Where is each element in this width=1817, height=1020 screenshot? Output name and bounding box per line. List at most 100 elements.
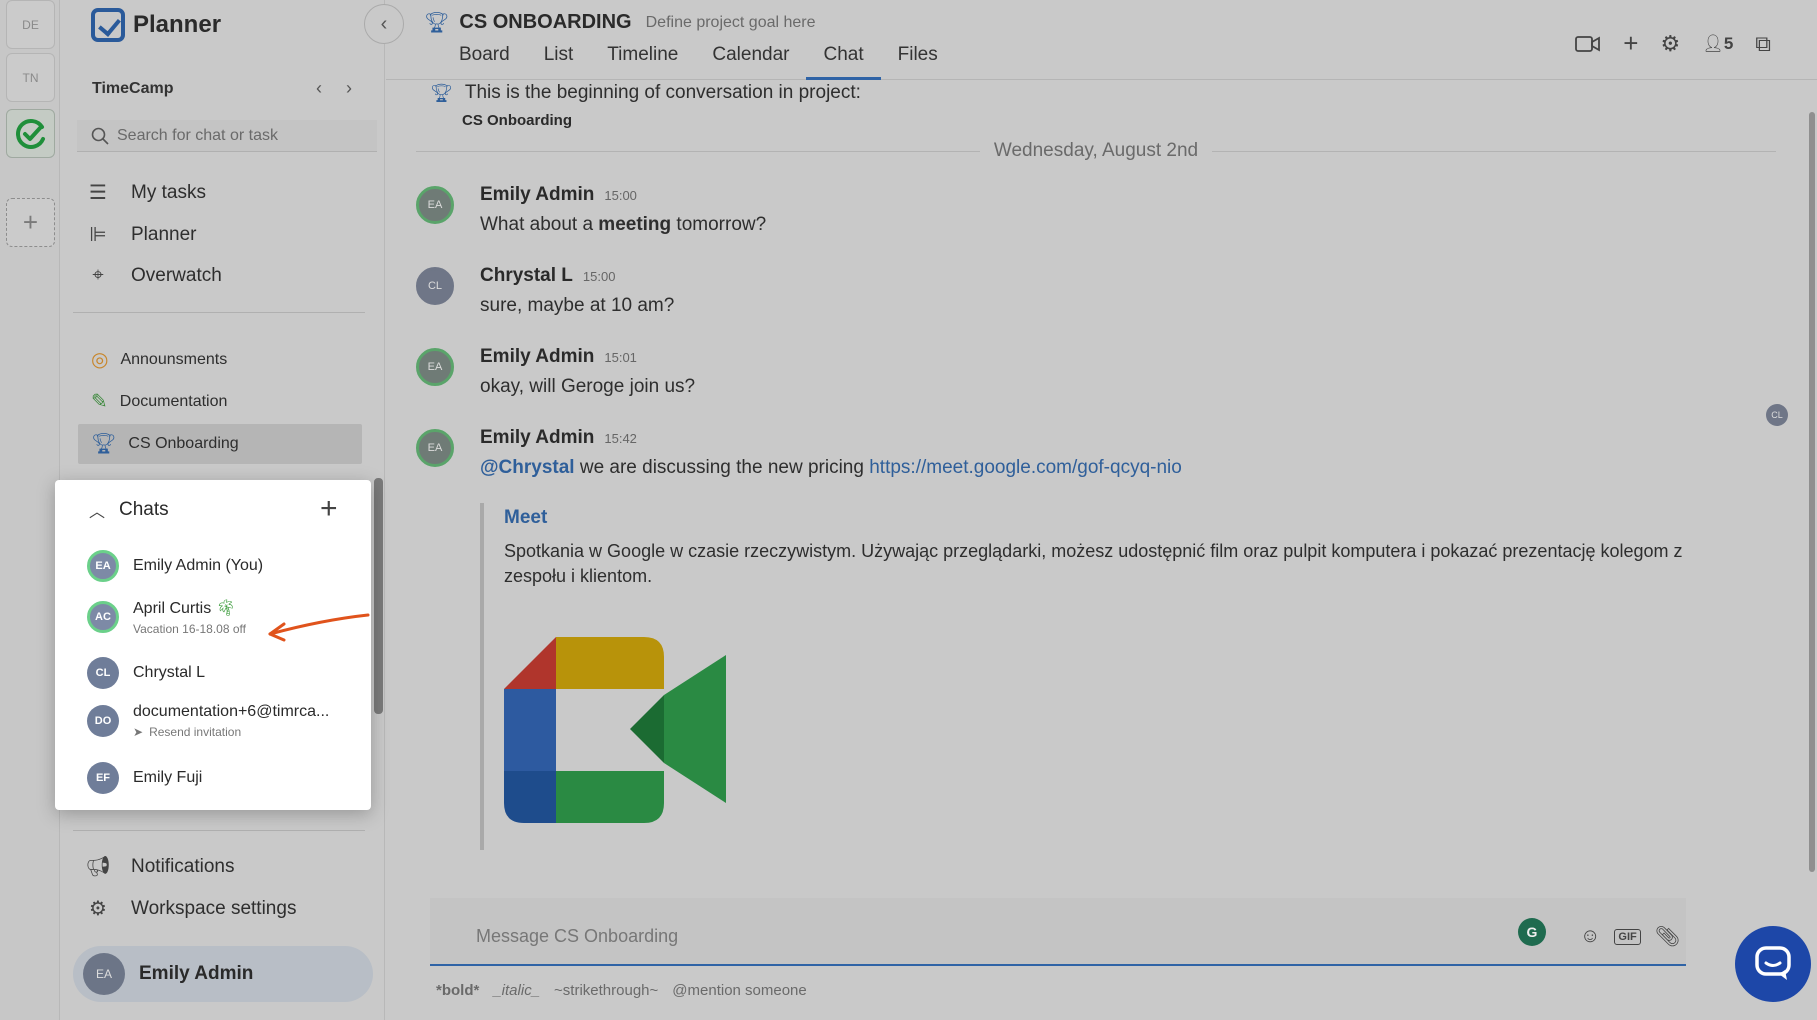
avatar[interactable]: EA: [416, 186, 454, 224]
message-input[interactable]: Message CS Onboarding: [476, 926, 678, 947]
tab-chat[interactable]: Chat: [806, 44, 881, 80]
project-announsments[interactable]: ◎ Announsments: [91, 347, 227, 372]
add-icon[interactable]: +: [1623, 28, 1638, 59]
planner-logo-icon: [91, 8, 125, 42]
nav-planner-label: Planner: [131, 223, 197, 245]
preview-title[interactable]: Meet: [504, 507, 1720, 529]
chat-item-april-curtis[interactable]: AC April Curtis 🌴︎ Vacation 16-18.08 off: [87, 598, 246, 636]
brush-icon: ✎: [91, 391, 108, 413]
message-time: 15:00: [604, 188, 637, 203]
search-input[interactable]: Search for chat or task: [77, 120, 377, 152]
add-workspace-button[interactable]: +: [6, 198, 55, 247]
project-documentation[interactable]: ✎ Documentation: [91, 389, 227, 414]
chat-item-name: documentation+6@timrca...: [133, 703, 330, 720]
avatar: DO: [87, 705, 119, 737]
nav-overwatch[interactable]: ⌖ Overwatch: [85, 264, 221, 287]
avatar: AC: [87, 601, 119, 633]
message-text: sure, maybe at 10 am?: [480, 295, 675, 316]
project-title: CS ONBOARDING: [459, 11, 632, 33]
message-text: okay, will Geroge join us?: [480, 376, 696, 397]
palm-tree-icon: 🌴︎: [215, 600, 236, 617]
chats-header[interactable]: ︿ Chats: [89, 498, 169, 522]
sidebar-scrollbar[interactable]: [374, 478, 383, 714]
project-cs-onboarding[interactable]: 🏆︎ CS Onboarding: [91, 431, 239, 456]
app-logo[interactable]: Planner: [91, 8, 221, 42]
chat-item-emily-admin[interactable]: EA Emily Admin (You): [87, 550, 263, 582]
tab-files[interactable]: Files: [881, 44, 955, 78]
message: EA Emily Admin 15:42 @Chrystal we are dis…: [416, 427, 1182, 479]
search-placeholder: Search for chat or task: [117, 126, 278, 144]
hint-italic: _italic_: [493, 982, 541, 999]
nav-my-tasks[interactable]: ☰ My tasks: [85, 180, 206, 205]
link-preview: Meet Spotkania w Google w czasie rzeczyw…: [480, 503, 1720, 850]
members-button[interactable]: 👤︎5: [1702, 34, 1733, 54]
message-composer[interactable]: Message CS Onboarding G ☺ GIF 📎︎: [430, 898, 1686, 966]
chat-item-name: Emily Admin (You): [133, 557, 264, 574]
message-time: 15:42: [604, 431, 637, 446]
project-announsments-label: Announsments: [120, 350, 228, 368]
project-goal-field[interactable]: Define project goal here: [646, 14, 816, 32]
chats-title: Chats: [119, 499, 169, 520]
collapse-sidebar-button[interactable]: ‹: [364, 4, 404, 44]
task-list-icon: ☰: [89, 182, 107, 204]
annotation-arrow-icon: [268, 613, 370, 642]
project-tabs: Board List Timeline Calendar Chat Files: [442, 44, 955, 80]
chat-scrollbar[interactable]: [1809, 112, 1815, 872]
tab-board[interactable]: Board: [442, 44, 527, 78]
message-link[interactable]: https://meet.google.com/gof-qcyq-nio: [869, 457, 1182, 478]
current-user-name: Emily Admin: [139, 963, 254, 984]
workspace-switch-timecamp[interactable]: [6, 109, 55, 158]
next-arrow-icon[interactable]: ›: [346, 78, 352, 99]
grammarly-icon[interactable]: G: [1518, 918, 1546, 946]
gear-icon: ⚙: [89, 898, 107, 920]
app-name: Planner: [133, 11, 222, 38]
tab-timeline[interactable]: Timeline: [590, 44, 695, 78]
avatar: EF: [87, 762, 119, 794]
video-call-icon[interactable]: [1575, 35, 1601, 53]
gantt-icon: ⊫: [89, 224, 107, 246]
telescope-icon: ⌖: [92, 264, 104, 286]
workspace-settings-link[interactable]: ⚙ Workspace settings: [85, 896, 296, 921]
attachment-icon[interactable]: 📎︎: [1655, 924, 1680, 949]
support-chat-button[interactable]: [1735, 926, 1811, 1002]
gif-icon[interactable]: GIF: [1614, 928, 1641, 945]
avatar[interactable]: EA: [416, 348, 454, 386]
trophy-icon: 🏆︎: [424, 12, 450, 34]
send-icon: ➤: [133, 725, 144, 739]
message: CL Chrystal L 15:00 sure, maybe at 10 am?: [416, 265, 674, 317]
chat-item-emily-fuji[interactable]: EF Emily Fuji: [87, 762, 202, 794]
chat-item-chrystal-l[interactable]: CL Chrystal L: [87, 657, 205, 689]
message-author[interactable]: Emily Admin: [480, 184, 594, 205]
megaphone-icon: 📢︎: [85, 856, 111, 878]
workspace-switch-tn[interactable]: TN: [6, 53, 55, 102]
gear-icon[interactable]: ⚙: [1660, 31, 1680, 57]
notifications-label: Notifications: [131, 855, 235, 877]
resend-invitation-link[interactable]: ➤ Resend invitation: [133, 725, 329, 739]
read-receipt-avatar: CL: [1766, 404, 1788, 426]
emoji-icon[interactable]: ☺: [1580, 925, 1600, 948]
chat-item-name: Emily Fuji: [133, 769, 203, 786]
message-author[interactable]: Chrystal L: [480, 265, 573, 286]
tab-list[interactable]: List: [527, 44, 591, 78]
trophy-icon: 🏆︎: [91, 433, 117, 455]
user-mention[interactable]: @Chrystal: [480, 457, 575, 478]
message-author[interactable]: Emily Admin: [480, 346, 594, 367]
message-time: 15:00: [582, 269, 616, 284]
add-chat-button[interactable]: +: [320, 492, 338, 526]
conversation-start: 🏆︎ This is the beginning of conversation…: [430, 82, 861, 129]
timecamp-logo-icon: [15, 118, 45, 149]
notifications-link[interactable]: 📢︎ Notifications: [85, 854, 235, 879]
avatar[interactable]: CL: [416, 267, 454, 305]
current-user[interactable]: EA Emily Admin: [73, 946, 373, 1002]
integrations-icon[interactable]: ⧉: [1755, 31, 1771, 57]
workspace-switch-de[interactable]: DE: [6, 0, 55, 49]
conversation-start-text: This is the beginning of conversation in…: [464, 82, 861, 103]
chat-item-documentation[interactable]: DO documentation+6@timrca... ➤ Resend inv…: [87, 703, 329, 739]
tab-calendar[interactable]: Calendar: [695, 44, 806, 78]
nav-planner[interactable]: ⊫ Planner: [85, 222, 197, 247]
avatar[interactable]: EA: [416, 429, 454, 467]
prev-arrow-icon[interactable]: ‹: [316, 78, 322, 99]
chat-bubble-icon: [1755, 946, 1791, 980]
target-icon: ◎: [91, 349, 109, 371]
message-author[interactable]: Emily Admin: [480, 427, 594, 448]
